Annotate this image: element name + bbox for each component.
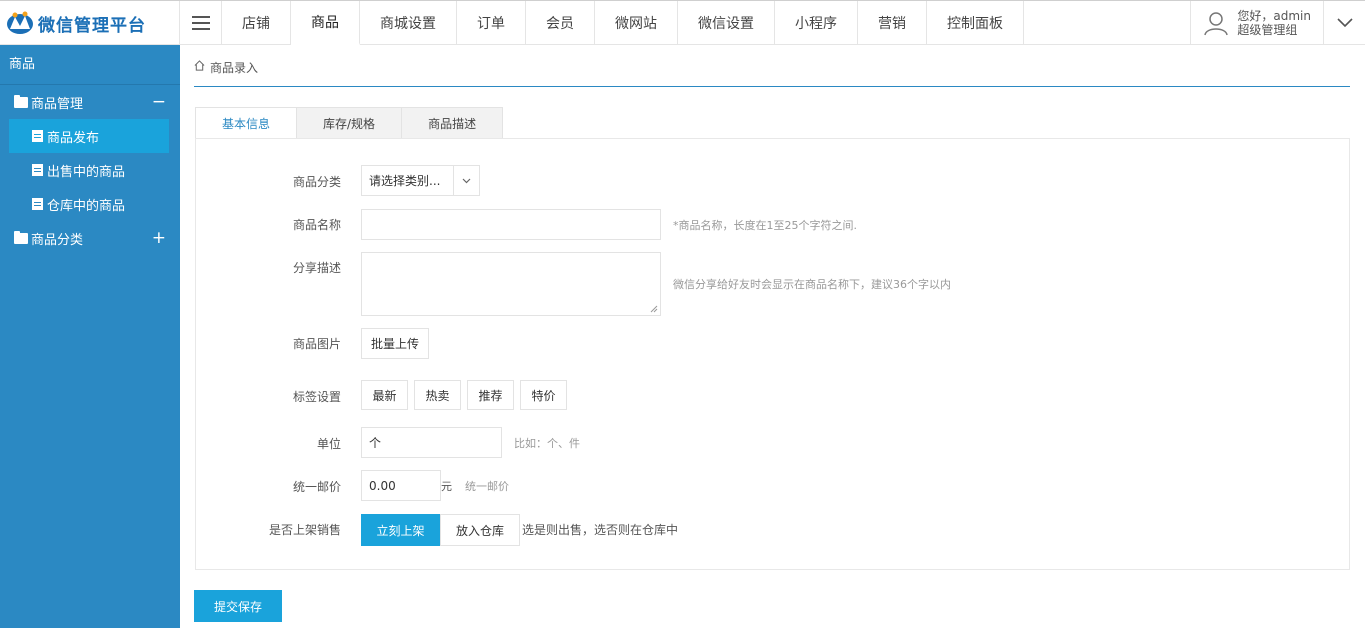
logo[interactable]: 微信管理平台 <box>0 1 180 45</box>
nav-mall-settings[interactable]: 商城设置 <box>360 1 457 45</box>
collapse-icon[interactable]: − <box>152 92 166 112</box>
nav-microsite[interactable]: 微网站 <box>595 1 678 45</box>
share-description-label: 分享描述 <box>292 261 341 275</box>
tag-hot[interactable]: 热卖 <box>414 380 461 410</box>
tag-newest[interactable]: 最新 <box>361 380 408 410</box>
folder-icon <box>14 230 28 244</box>
document-icon <box>32 198 43 210</box>
tab-stock-spec[interactable]: 库存/规格 <box>296 107 403 139</box>
tag-recommended[interactable]: 推荐 <box>467 380 514 410</box>
category-select-value: 请选择类别... <box>369 174 441 188</box>
app-title: 微信管理平台 <box>38 15 146 36</box>
nav-marketing[interactable]: 营销 <box>858 1 927 45</box>
document-icon <box>32 130 43 142</box>
user-role: 超级管理组 <box>1237 23 1298 37</box>
put-in-warehouse-button[interactable]: 放入仓库 <box>440 514 520 546</box>
shipping-price-input[interactable]: 0.00 <box>361 470 441 501</box>
home-icon[interactable] <box>194 60 205 71</box>
batch-upload-button[interactable]: 批量上传 <box>361 328 429 359</box>
nav-members[interactable]: 会员 <box>526 1 595 45</box>
unit-hint: 比如：个、件 <box>514 437 580 450</box>
sidebar-group-label: 商品分类 <box>31 232 84 248</box>
form-tabs: 基本信息 库存/规格 商品描述 <box>195 107 504 139</box>
product-name-input[interactable] <box>361 209 661 240</box>
product-image-label: 商品图片 <box>292 337 341 351</box>
on-sale-label: 是否上架销售 <box>268 523 341 537</box>
main-nav: 店铺 商品 商城设置 订单 会员 微网站 微信设置 小程序 营销 控制面板 <box>222 1 1024 45</box>
sidebar-item-on-sale-products[interactable]: 出售中的商品 <box>0 153 180 187</box>
unit-input[interactable]: 个 <box>361 427 502 458</box>
logo-icon <box>6 9 34 37</box>
nav-control-panel[interactable]: 控制面板 <box>927 1 1024 45</box>
list-now-button[interactable]: 立刻上架 <box>361 514 440 546</box>
sidebar-group-product-management[interactable]: 商品管理 − <box>0 85 180 119</box>
user-info[interactable]: 您好，admin 超级管理组 <box>1190 1 1323 45</box>
sidebar-item-label: 出售中的商品 <box>47 164 126 180</box>
share-description-textarea[interactable] <box>361 252 661 316</box>
category-select[interactable]: 请选择类别... <box>361 165 480 196</box>
sidebar-item-publish-product[interactable]: 商品发布 <box>9 119 169 153</box>
nav-orders[interactable]: 订单 <box>457 1 526 45</box>
nav-products[interactable]: 商品 <box>291 1 360 45</box>
hamburger-icon <box>191 16 210 30</box>
unit-label: 单位 <box>316 437 341 451</box>
shipping-price-value: 0.00 <box>369 478 396 493</box>
share-description-hint: 微信分享给好友时会显示在商品名称下，建议36个字以内 <box>673 278 951 291</box>
nav-mini-program[interactable]: 小程序 <box>775 1 858 45</box>
chevron-down-icon <box>1336 18 1353 28</box>
sidebar: 商品 商品管理 − 商品发布 出售中的商品 仓库中的商品 商品分类 + <box>0 45 180 628</box>
sidebar-item-label: 商品发布 <box>47 130 100 146</box>
resize-handle-icon[interactable] <box>650 305 658 313</box>
product-name-hint: *商品名称，长度在1至25个字符之间. <box>673 219 857 232</box>
sidebar-group-product-categories[interactable]: 商品分类 + <box>0 221 180 255</box>
nav-wechat-settings[interactable]: 微信设置 <box>678 1 775 45</box>
tab-basic-info[interactable]: 基本信息 <box>195 107 298 139</box>
folder-icon <box>14 94 28 108</box>
document-icon <box>32 164 43 176</box>
breadcrumb: 商品录入 <box>194 59 1350 87</box>
expand-icon[interactable]: + <box>152 228 166 248</box>
shipping-hint: 统一邮价 <box>465 480 509 493</box>
top-bar: 微信管理平台 店铺 商品 商城设置 订单 会员 微网站 微信设置 小程序 营销 … <box>0 0 1365 45</box>
submit-save-button[interactable]: 提交保存 <box>194 590 282 622</box>
shipping-label: 统一邮价 <box>292 480 341 494</box>
breadcrumb-current: 商品录入 <box>210 61 259 75</box>
sidebar-group-label: 商品管理 <box>31 96 84 112</box>
category-label: 商品分类 <box>292 175 341 189</box>
nav-store[interactable]: 店铺 <box>222 1 291 45</box>
chevron-down-icon <box>453 166 479 195</box>
user-greeting: 您好，admin <box>1237 9 1311 23</box>
menu-toggle-button[interactable] <box>180 1 222 45</box>
tag-special-price[interactable]: 特价 <box>520 380 567 410</box>
tags-label: 标签设置 <box>292 390 341 404</box>
product-name-label: 商品名称 <box>292 218 341 232</box>
sidebar-item-label: 仓库中的商品 <box>47 198 126 214</box>
tab-description[interactable]: 商品描述 <box>401 107 504 139</box>
shipping-unit: 元 <box>441 480 452 493</box>
on-sale-hint: 选是则出售，选否则在仓库中 <box>522 523 679 537</box>
user-avatar-icon <box>1204 12 1229 36</box>
sidebar-item-warehouse-products[interactable]: 仓库中的商品 <box>0 187 180 221</box>
unit-input-value: 个 <box>369 436 382 450</box>
user-dropdown-button[interactable] <box>1323 1 1365 45</box>
main-content: 商品录入 基本信息 库存/规格 商品描述 商品分类 请选择类别... 商品名称 … <box>180 45 1365 628</box>
sidebar-title: 商品 <box>0 45 180 85</box>
form-panel: 商品分类 请选择类别... 商品名称 *商品名称，长度在1至25个字符之间. 分… <box>195 138 1350 570</box>
